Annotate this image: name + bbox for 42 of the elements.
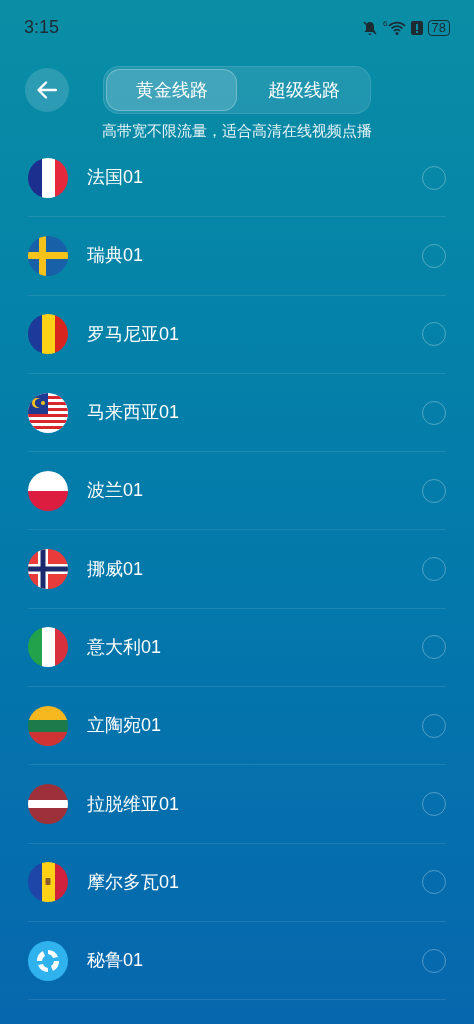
route-description: 高带宽不限流量，适合高清在线视频点播 bbox=[101, 121, 373, 141]
route-tab[interactable]: 黄金线路 bbox=[106, 69, 237, 111]
status-time: 3:15 bbox=[24, 15, 60, 39]
server-name: 拉脱维亚01 bbox=[87, 792, 181, 816]
server-name: 马来西亚01 bbox=[87, 401, 181, 425]
flag-icon bbox=[28, 470, 68, 511]
server-row[interactable]: 瑞典01 bbox=[28, 217, 446, 296]
alert-icon bbox=[410, 20, 423, 36]
server-row[interactable]: 摩尔多瓦01 bbox=[28, 843, 446, 922]
battery-indicator: 78 bbox=[427, 20, 450, 36]
route-tab[interactable]: 超级线路 bbox=[239, 69, 368, 111]
server-row[interactable]: 拉脱维亚01 bbox=[28, 765, 446, 844]
server-row[interactable]: 罗马尼亚01 bbox=[28, 295, 446, 374]
back-arrow-icon bbox=[37, 81, 57, 99]
flag-icon bbox=[28, 549, 68, 590]
server-row[interactable]: 挪威01 bbox=[28, 530, 446, 609]
server-name: 瑞典01 bbox=[87, 244, 145, 268]
server-name: 波兰01 bbox=[87, 479, 145, 503]
flag-icon bbox=[28, 235, 68, 276]
server-name: 法国01 bbox=[87, 166, 145, 190]
flag-icon bbox=[28, 314, 68, 355]
flag-icon bbox=[28, 392, 68, 433]
server-name: 秘鲁01 bbox=[87, 949, 145, 973]
bell-muted-icon bbox=[362, 20, 379, 36]
flag-icon bbox=[28, 157, 68, 198]
flag-icon bbox=[28, 627, 68, 668]
server-row[interactable]: 意大利01 bbox=[28, 608, 446, 688]
server-row[interactable]: 秘鲁01 bbox=[28, 921, 446, 1001]
logo-icon bbox=[28, 940, 68, 981]
flag-icon bbox=[28, 862, 68, 903]
flag-icon bbox=[28, 784, 68, 824]
server-row[interactable]: 法国01 bbox=[28, 139, 446, 218]
server-name: 罗马尼亚01 bbox=[87, 322, 181, 346]
server-name: 立陶宛01 bbox=[87, 714, 163, 738]
server-name: 挪威01 bbox=[87, 557, 145, 581]
server-name: 摩尔多瓦01 bbox=[87, 870, 181, 894]
server-row[interactable]: 马来西亚01 bbox=[28, 373, 446, 453]
server-name: 意大利01 bbox=[87, 635, 163, 659]
server-row[interactable]: 波兰01 bbox=[28, 452, 446, 531]
flag-icon bbox=[28, 705, 68, 746]
server-row[interactable]: 立陶宛01 bbox=[28, 687, 446, 766]
back-button[interactable] bbox=[25, 68, 69, 112]
